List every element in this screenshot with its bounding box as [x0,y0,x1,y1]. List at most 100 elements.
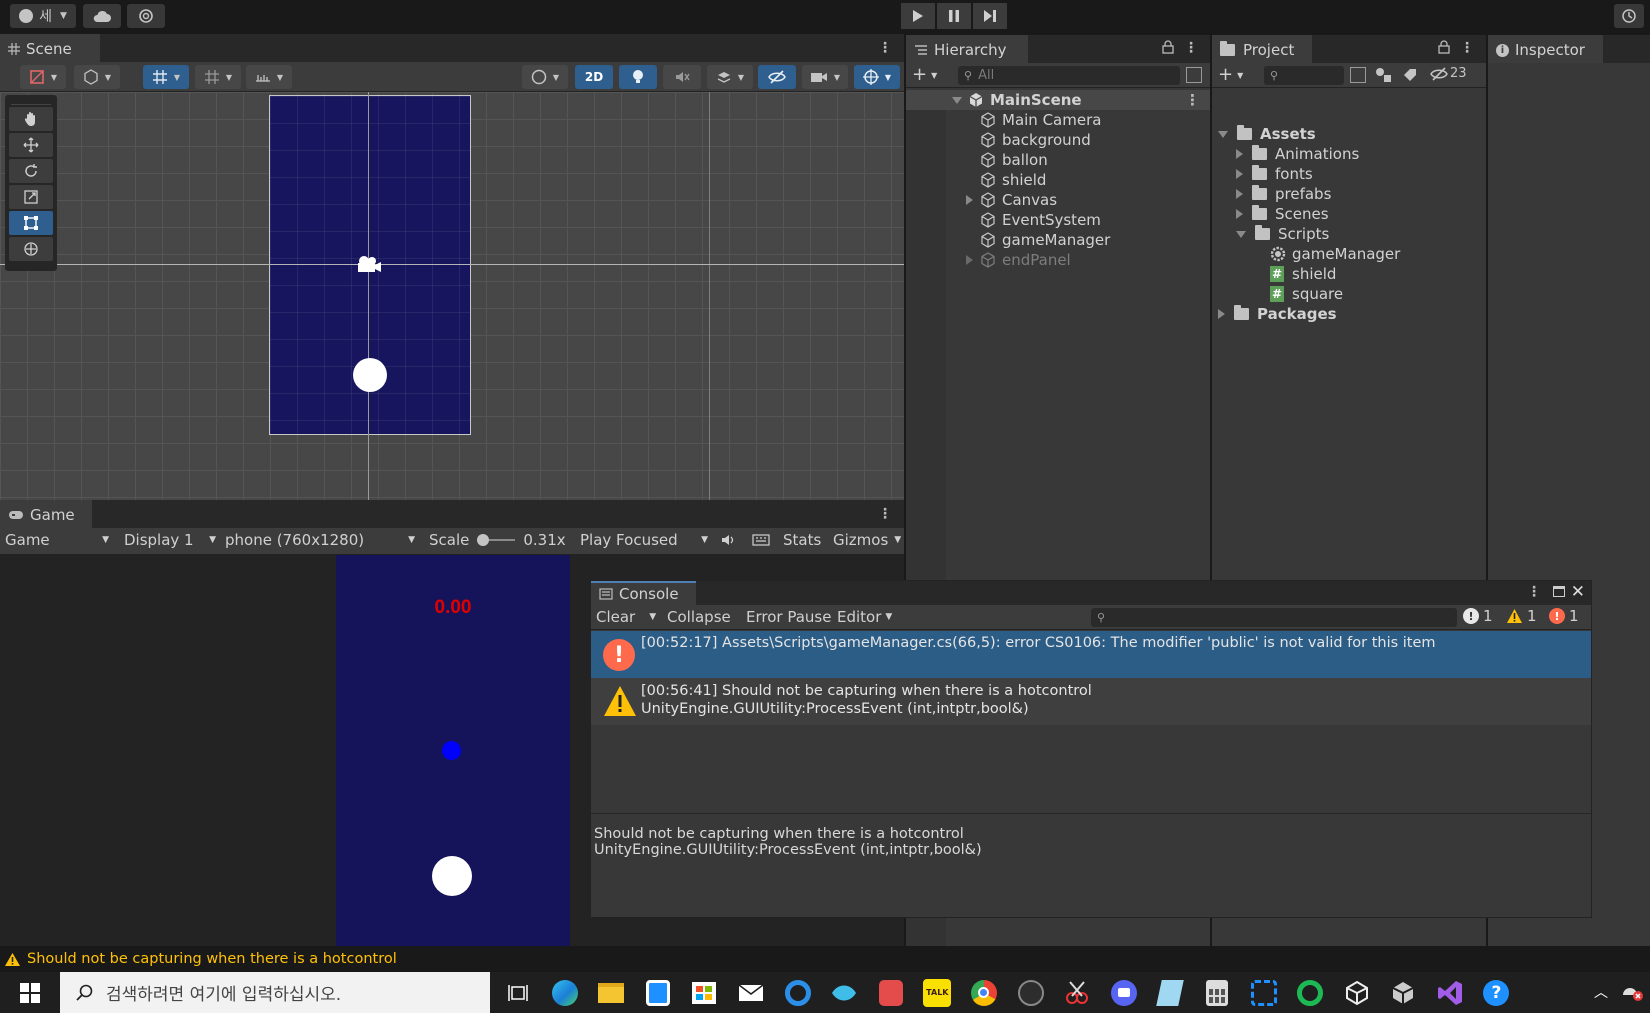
info-count-toggle[interactable]: ! 1 [1463,607,1493,625]
display-dropdown[interactable]: Display 1 ▼ [124,531,216,549]
transform-tool-button[interactable] [9,237,53,261]
hierarchy-item-eventsystem[interactable]: EventSystem [906,210,1210,230]
tab-hierarchy[interactable]: Hierarchy [906,35,1028,63]
chrome-icon[interactable] [968,977,1000,1009]
lighting-toggle[interactable] [619,65,657,89]
expand-arrow-icon[interactable] [1218,130,1228,138]
game-gizmos-dropdown[interactable]: Gizmos ▼ [833,531,901,549]
search-options-icon[interactable] [1350,67,1366,83]
hierarchy-item-main-camera[interactable]: Main Camera [906,110,1210,130]
account-dropdown[interactable]: 세 ▼ [10,4,76,28]
script-shield[interactable]: # shield [1270,264,1336,284]
kakaotalk-icon[interactable]: TALK [921,977,953,1009]
tab-scene[interactable]: Scene [0,34,100,62]
notepad-app-icon[interactable] [1154,977,1186,1009]
rect-tool-button[interactable] [9,211,53,235]
scene-row[interactable]: MainScene ⋮ [906,90,1210,110]
project-search-input[interactable]: ⚲ [1264,66,1344,85]
hierarchy-item-canvas[interactable]: Canvas [906,190,1210,210]
game-menu-icon[interactable]: ⋮ [878,506,892,522]
hierarchy-item-ballon[interactable]: ballon [906,150,1210,170]
tab-console[interactable]: Console [591,581,696,605]
hierarchy-item-shield[interactable]: shield [906,170,1210,190]
error-count-toggle[interactable]: ! 1 [1549,607,1579,625]
filter-by-type-icon[interactable] [1375,67,1393,83]
hierarchy-search-input[interactable]: ⚲ All [958,66,1180,85]
play-button[interactable] [901,3,935,29]
hand-tool-button[interactable] [9,107,53,131]
resolution-dropdown[interactable]: phone (760x1280) ▼ [225,531,415,549]
fish-app-icon[interactable] [828,977,860,1009]
history-button[interactable] [1614,4,1644,28]
maximize-icon[interactable] [1553,586,1565,597]
toggle-2d-button[interactable]: 2D [575,65,613,89]
folder-scripts[interactable]: Scripts [1236,224,1329,244]
expand-arrow-icon[interactable] [952,96,962,104]
expand-arrow-icon[interactable] [966,195,973,205]
increment-snap-dropdown[interactable]: ▼ [195,65,241,89]
expand-arrow-icon[interactable] [1236,149,1243,159]
assets-folder[interactable]: Assets [1218,124,1316,144]
folder-prefabs[interactable]: prefabs [1236,184,1331,204]
collapse-toggle[interactable]: Collapse [667,608,731,626]
store-icon[interactable] [688,977,720,1009]
status-bar[interactable]: Should not be capturing when there is a … [0,946,1650,972]
expand-arrow-icon[interactable] [1236,189,1243,199]
cloud-button[interactable] [83,4,121,28]
tab-game[interactable]: Game [0,500,92,528]
help-icon[interactable]: ? [1480,977,1512,1009]
hierarchy-item-background[interactable]: background [906,130,1210,150]
editor-dropdown[interactable]: Editor ▼ [837,608,892,626]
console-menu-icon[interactable]: ⋮ [1527,584,1541,600]
task-view-icon[interactable] [502,977,534,1009]
internet-explorer-icon[interactable] [782,977,814,1009]
audio-toggle[interactable] [663,65,701,89]
scene-menu-icon[interactable]: ⋮ [1185,91,1200,109]
expand-arrow-icon[interactable] [966,255,973,265]
stats-button[interactable]: Stats [783,531,821,549]
project-menu-icon[interactable]: ⋮ [1460,40,1474,56]
game-view-dropdown[interactable]: Game ▼ [5,531,109,549]
move-tool-button[interactable] [9,133,53,157]
draw-mode-dropdown[interactable]: ▼ [20,65,66,89]
hidden-packages-toggle[interactable]: 23 [1430,66,1467,81]
ruler-dropdown[interactable]: ▼ [246,65,292,89]
snipping-tool-icon[interactable] [1061,977,1093,1009]
step-button[interactable] [973,3,1007,29]
tools-drag-handle[interactable] [11,97,51,105]
visual-studio-icon[interactable] [1434,977,1466,1009]
file-explorer-icon[interactable] [595,977,627,1009]
play-mode-dropdown[interactable]: Play Focused ▼ [580,531,708,549]
calendar-app-icon[interactable] [642,977,674,1009]
scene-visibility-toggle[interactable] [758,65,796,89]
collab-button[interactable] [127,4,165,28]
grid-snapping-button[interactable]: ▼ [143,65,189,89]
folder-fonts[interactable]: fonts [1236,164,1313,184]
filter-by-label-icon[interactable] [1402,67,1418,83]
scale-slider-thumb[interactable] [477,534,490,546]
scale-tool-button[interactable] [9,185,53,209]
warning-count-toggle[interactable]: 1 [1506,607,1537,625]
unity-hub-icon[interactable] [1341,977,1373,1009]
hierarchy-menu-icon[interactable]: ⋮ [1184,40,1198,56]
audio-toggle-button[interactable] [720,533,736,547]
lock-icon[interactable] [1162,40,1174,54]
folder-animations[interactable]: Animations [1236,144,1359,164]
expand-arrow-icon[interactable] [1218,309,1225,319]
camera-dropdown[interactable]: ▼ [802,65,848,89]
unity-editor-icon[interactable] [1387,977,1419,1009]
snip-sketch-icon[interactable] [1248,977,1280,1009]
taskbar-search-input[interactable]: 검색하려면 여기에 입력하십시오. [60,972,490,1013]
network-disconnected-icon[interactable] [1620,982,1644,1002]
expand-arrow-icon[interactable] [1236,230,1246,238]
console-message-error[interactable]: ! [00:52:17] Assets\Scripts\gameManager.… [591,631,1591,678]
script-gamemanager[interactable]: gameManager [1270,244,1400,264]
start-button[interactable] [0,972,60,1013]
expand-arrow-icon[interactable] [1236,169,1243,179]
search-options-icon[interactable] [1186,67,1202,83]
chevron-up-icon[interactable]: ︿ [1594,982,1608,1002]
splitter[interactable] [591,813,1591,814]
clear-dropdown[interactable]: Clear ▼ [596,608,656,626]
obs-icon[interactable] [1015,977,1047,1009]
scene-viewport[interactable] [0,92,904,500]
